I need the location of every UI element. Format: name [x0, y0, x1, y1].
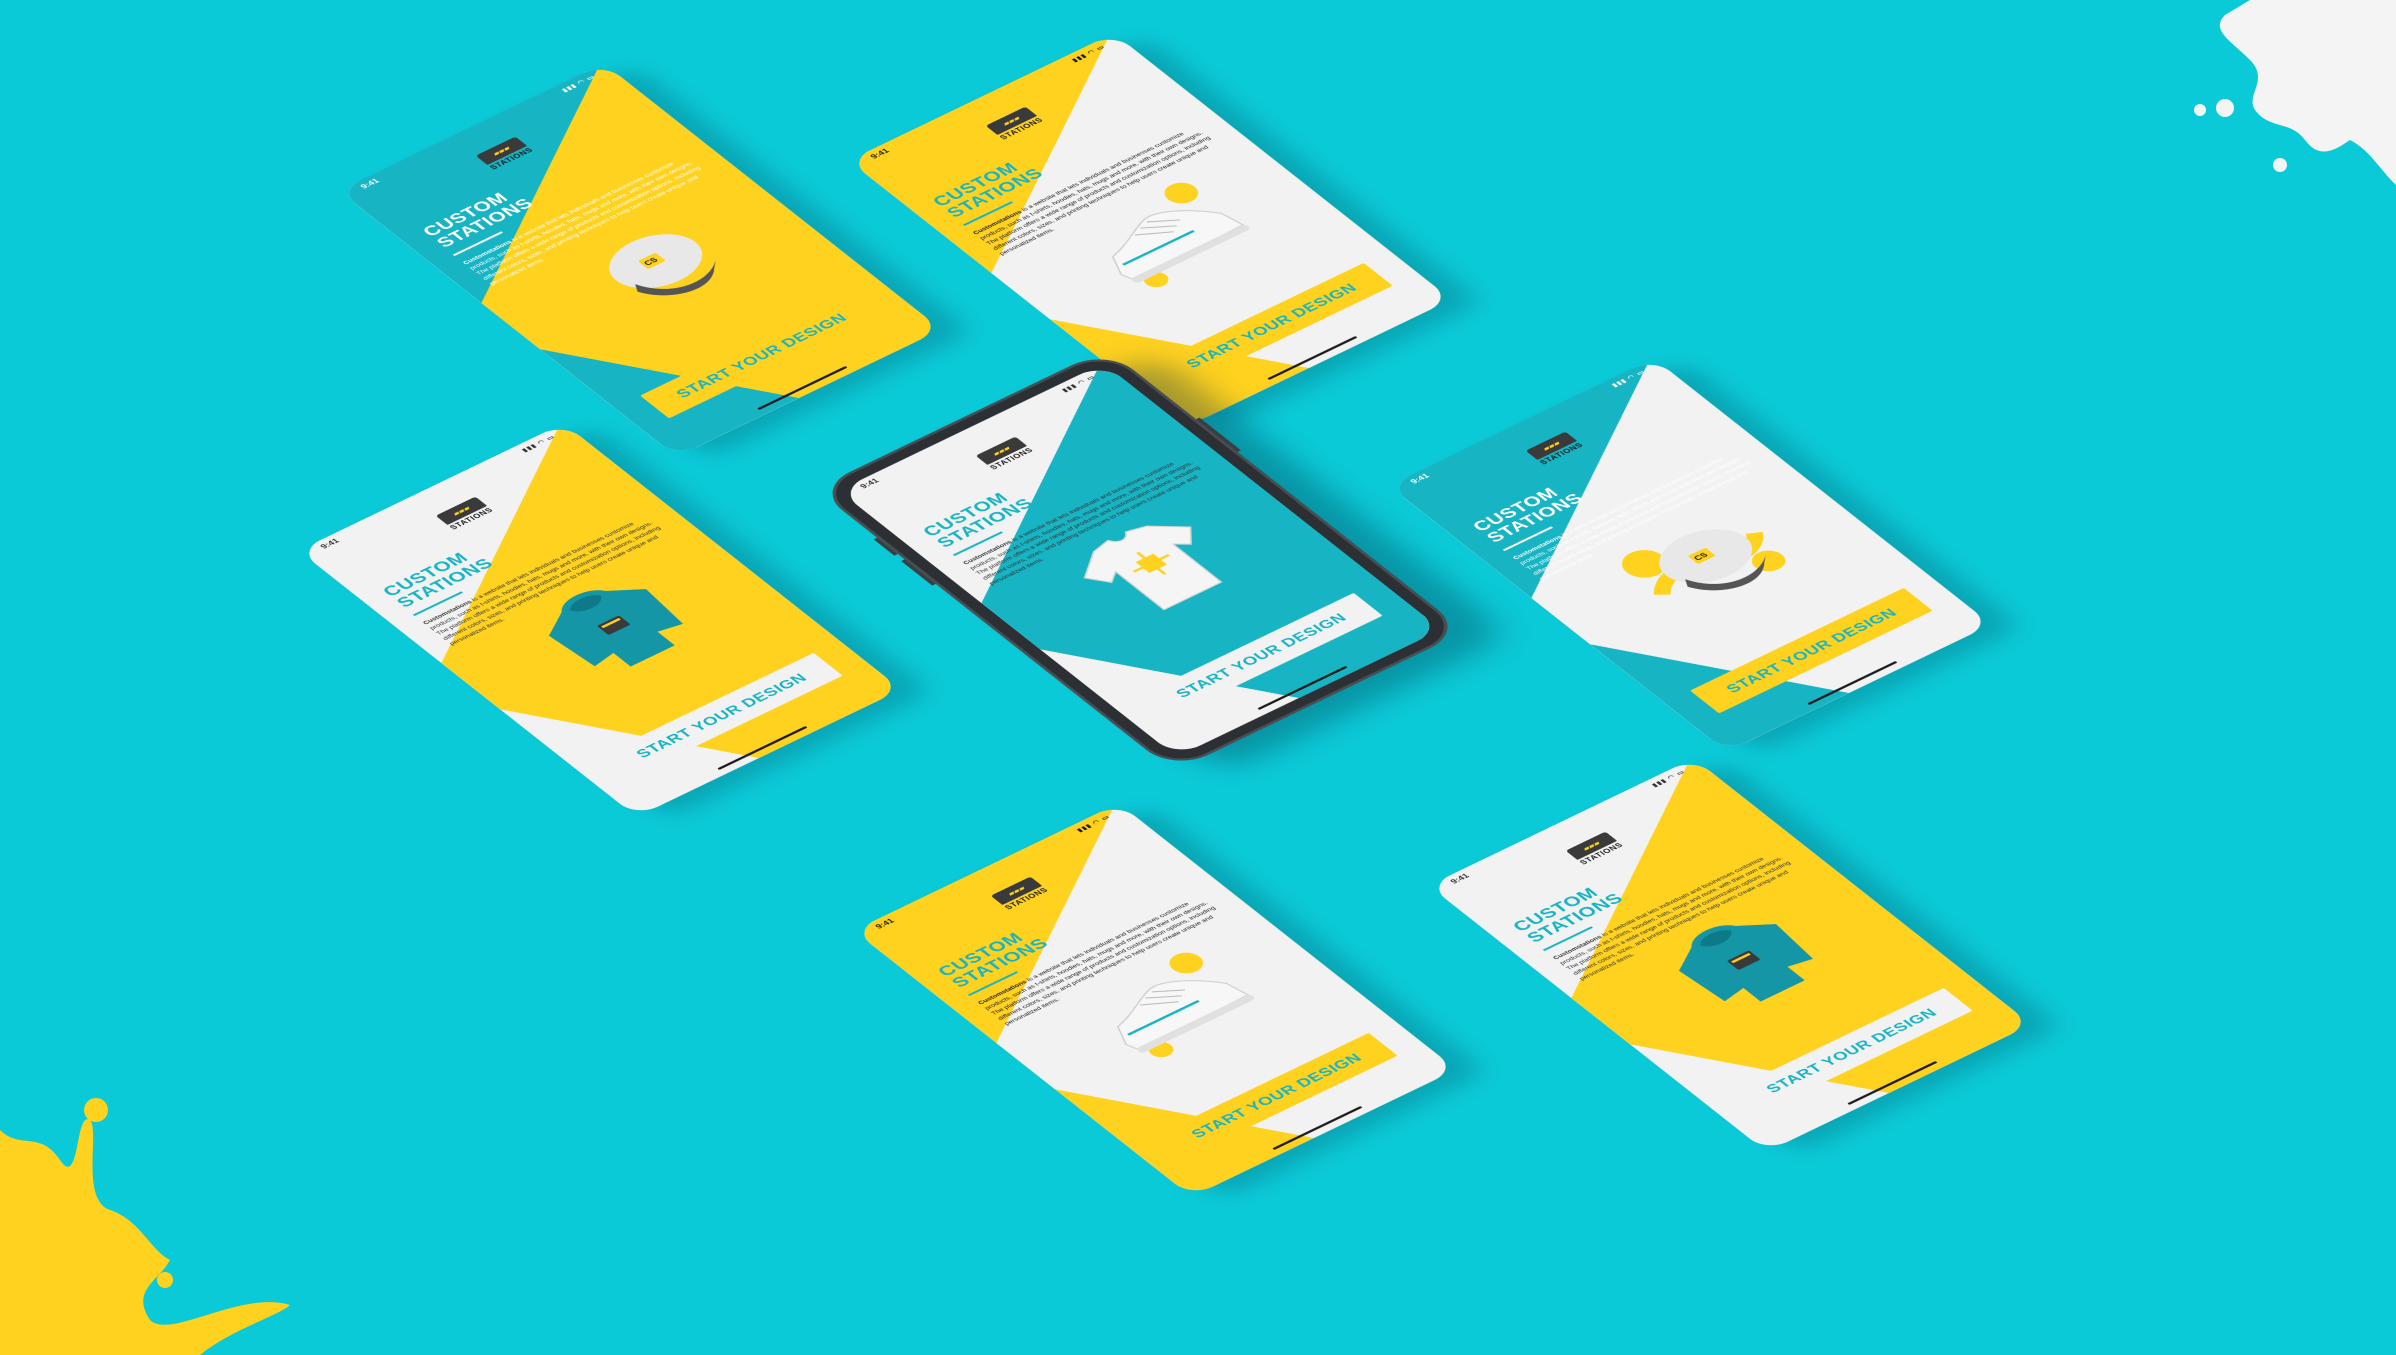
mockup-stage: 9:41 ▮▮▮ ◠ ▭ ▰▰▰ STATIONS CUSTOM STATION… — [0, 0, 2396, 1355]
app-screen-mockup: 9:41 ▮▮▮ ◠ ▭ ▰▰▰ STATIONS CUSTOM STATION… — [298, 423, 902, 817]
phone-device: 9:41 ▮▮▮ ◠ ▭ ▰▰▰ STATIONS CUSTOM STATION… — [815, 348, 1465, 772]
app-screen-mockup: 9:41 ▮▮▮ ◠ ▭ ▰▰▰ STATIONS CUSTOM STATION… — [853, 803, 1457, 1197]
app-screen-mockup: 9:41 ▮▮▮ ◠ ▭ ▰▰▰ STATIONS CUSTOM STATION… — [1428, 758, 2032, 1152]
app-screen-mockup: 9:41 ▮▮▮ ◠ ▭ ▰▰▰ STATIONS CUSTOM STATION… — [838, 363, 1442, 757]
volume-button — [873, 537, 898, 556]
app-screen-mockup: 9:41 ▮▮▮ ◠ ▭ ▰▰▰ STATIONS CUSTOM STATION… — [338, 63, 942, 457]
app-screen-mockup: 9:41 ▮▮▮ ◠ ▭ ▰▰▰ STATIONS CUSTOM STATION… — [1388, 358, 1992, 752]
app-screen-mockup: 9:41 ▮▮▮ ◠ ▭ ▰▰▰ STATIONS CUSTOM STATION… — [848, 33, 1452, 427]
